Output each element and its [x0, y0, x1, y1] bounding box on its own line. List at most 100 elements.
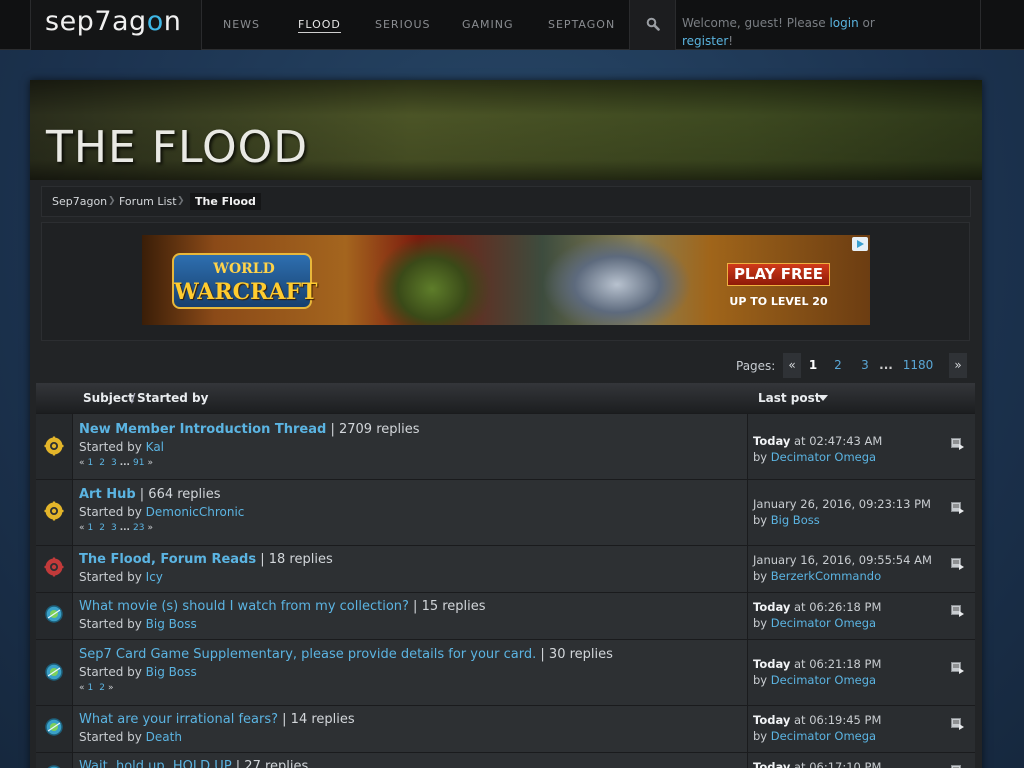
- last-post-cell: Today at 06:26:18 PM by Decimator Omega: [747, 593, 975, 639]
- topic-page-link[interactable]: 3: [111, 523, 117, 533]
- nav-serious[interactable]: SERIOUS: [375, 18, 431, 31]
- nav-flood[interactable]: FLOOD: [298, 18, 341, 33]
- nav-gaming[interactable]: GAMING: [462, 18, 514, 31]
- goto-last-post-icon[interactable]: [951, 605, 965, 617]
- last-post-time: at 02:47:43 AM: [790, 434, 883, 448]
- last-post-day: Today: [753, 760, 791, 768]
- nav-news[interactable]: NEWS: [223, 18, 260, 31]
- breadcrumb-home[interactable]: Sep7agon: [52, 195, 107, 208]
- page-ellipsis: ...: [879, 358, 893, 372]
- search-button[interactable]: [629, 0, 676, 50]
- starter-link[interactable]: Death: [146, 730, 182, 744]
- reply-count: | 2709 replies: [326, 422, 420, 437]
- login-link[interactable]: login: [829, 16, 858, 30]
- last-post-time: at 06:17:10 PM: [790, 760, 882, 768]
- page-next: »: [147, 458, 153, 468]
- topic-link[interactable]: Art Hub: [79, 487, 136, 502]
- last-post-by: by Big Boss: [753, 513, 820, 527]
- goto-last-post-icon[interactable]: [951, 718, 965, 730]
- started-by: Started by Kal: [79, 440, 165, 454]
- page-ellipsis: ...: [119, 523, 130, 533]
- topic-link[interactable]: Sep7 Card Game Supplementary, please pro…: [79, 647, 536, 662]
- topic-link[interactable]: What are your irrational fears?: [79, 712, 278, 727]
- goto-last-post-icon[interactable]: [951, 662, 965, 674]
- topic-title-line: Wait, hold up, HOLD UP | 27 replies: [79, 759, 308, 768]
- topic-link[interactable]: New Member Introduction Thread: [79, 422, 326, 437]
- adchoices-icon[interactable]: [852, 237, 868, 251]
- topic-page-link[interactable]: 1: [88, 523, 94, 533]
- nav-septagon[interactable]: SEPTAGON: [548, 18, 615, 31]
- starter-link[interactable]: DemonicChronic: [146, 505, 245, 519]
- topic-page-link[interactable]: 3: [111, 458, 117, 468]
- register-link[interactable]: register: [682, 34, 728, 48]
- last-poster-link[interactable]: Decimator Omega: [771, 673, 876, 687]
- table-row: Sep7 Card Game Supplementary, please pro…: [36, 639, 975, 705]
- topic-link[interactable]: The Flood, Forum Reads: [79, 552, 256, 567]
- goto-last-post-icon[interactable]: [951, 558, 965, 570]
- starter-link[interactable]: Big Boss: [146, 665, 197, 679]
- page-last[interactable]: 1180: [901, 353, 935, 378]
- logo-link[interactable]: sep7agon: [30, 0, 202, 50]
- goto-last-post-icon[interactable]: [951, 438, 965, 450]
- last-poster-link[interactable]: BerzerkCommando: [771, 569, 881, 583]
- sort-subject[interactable]: Subject: [83, 391, 134, 405]
- page-1[interactable]: 1: [807, 353, 819, 378]
- sort-desc-icon[interactable]: [818, 395, 828, 402]
- started-by: Started by DemonicChronic: [79, 505, 245, 519]
- topic-title-line: The Flood, Forum Reads | 18 replies: [79, 552, 333, 567]
- page-next[interactable]: »: [949, 353, 967, 378]
- reply-count: | 27 replies: [231, 759, 309, 768]
- last-post-day: Today: [753, 434, 791, 448]
- breadcrumb-forum-list[interactable]: Forum List: [119, 195, 177, 208]
- search-icon: [646, 17, 660, 31]
- last-post-date: Today at 06:26:18 PM: [753, 600, 881, 614]
- sort-started-by[interactable]: Started by: [137, 391, 208, 405]
- breadcrumb-current[interactable]: The Flood: [190, 193, 261, 210]
- topic-page-link[interactable]: 1: [88, 683, 94, 693]
- topic-page-link[interactable]: 2: [99, 683, 105, 693]
- starter-link[interactable]: Kal: [146, 440, 164, 454]
- topic-link[interactable]: What movie (s) should I watch from my co…: [79, 599, 409, 614]
- ad-character-knight: [542, 235, 692, 325]
- topic-link[interactable]: Wait, hold up, HOLD UP: [79, 759, 232, 768]
- last-post-cell: January 26, 2016, 09:23:13 PM by Big Boss: [747, 480, 975, 545]
- last-post-by: by BerzerkCommando: [753, 569, 882, 583]
- topbar-edge: [980, 0, 1012, 50]
- ad-character-orc: [372, 235, 492, 325]
- site-logo: sep7agon: [45, 6, 182, 37]
- started-by: Started by Big Boss: [79, 665, 197, 679]
- topic-page-link[interactable]: 2: [99, 523, 105, 533]
- starter-link[interactable]: Big Boss: [146, 617, 197, 631]
- breadcrumb: Sep7agon ❯ Forum List ❯ The Flood: [41, 186, 971, 217]
- topic-page-link[interactable]: 23: [133, 523, 144, 533]
- topic-page-link[interactable]: 91: [133, 458, 144, 468]
- topic-icon-cell: [36, 480, 73, 545]
- ad-cta-button[interactable]: PLAY FREE: [727, 263, 830, 286]
- last-post-date: January 16, 2016, 09:55:54 AM: [753, 553, 932, 567]
- last-poster-link[interactable]: Decimator Omega: [771, 616, 876, 630]
- page-3[interactable]: 3: [859, 353, 871, 378]
- page-prev[interactable]: «: [783, 353, 801, 378]
- advertisement-banner[interactable]: WORLD WARCRAFT PLAY FREE UP TO LEVEL 20: [142, 235, 870, 325]
- last-poster-link[interactable]: Decimator Omega: [771, 729, 876, 743]
- table-row: What are your irrational fears? | 14 rep…: [36, 705, 975, 752]
- last-poster-link[interactable]: Decimator Omega: [771, 450, 876, 464]
- last-post-cell: Today at 06:21:18 PM by Decimator Omega: [747, 640, 975, 705]
- page-prev: «: [79, 458, 85, 468]
- topic-page-link[interactable]: 1: [88, 458, 94, 468]
- main-panel: THE FLOOD Sep7agon ❯ Forum List ❯ The Fl…: [30, 80, 982, 768]
- sort-last-post[interactable]: Last post: [758, 391, 821, 405]
- last-post-by: by Decimator Omega: [753, 450, 877, 464]
- table-row: The Flood, Forum Reads | 18 replies Start…: [36, 545, 975, 592]
- topic-icon-cell: [36, 414, 73, 479]
- starter-link[interactable]: Icy: [146, 570, 163, 584]
- page-prev: «: [79, 523, 85, 533]
- goto-last-post-icon[interactable]: [951, 502, 965, 514]
- page-2[interactable]: 2: [832, 353, 844, 378]
- chevron-right-icon: ❯: [108, 196, 116, 206]
- last-post-date: Today at 06:21:18 PM: [753, 657, 881, 671]
- topic-page-link[interactable]: 2: [99, 458, 105, 468]
- last-post-date: January 26, 2016, 09:23:13 PM: [753, 497, 931, 511]
- last-poster-link[interactable]: Big Boss: [771, 513, 820, 527]
- ad-cta-subtext: UP TO LEVEL 20: [729, 295, 828, 308]
